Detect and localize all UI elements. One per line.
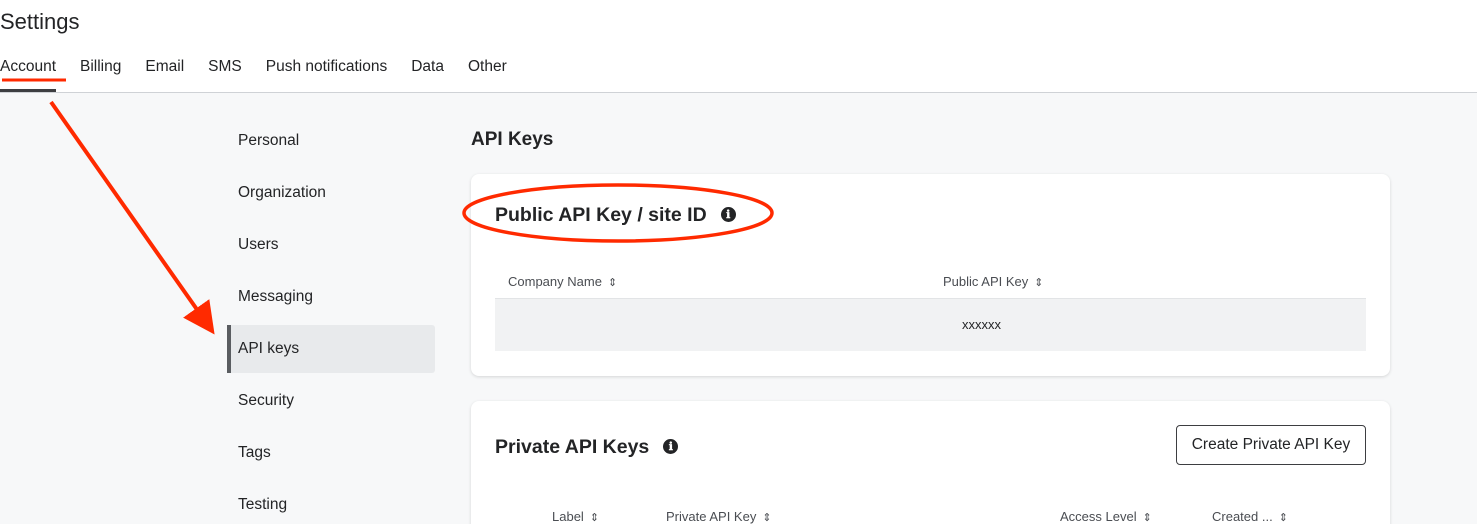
info-icon[interactable]: ℹ bbox=[663, 439, 679, 454]
column-header-label: Company Name bbox=[508, 274, 602, 289]
sort-icon: ⇕ bbox=[762, 511, 772, 524]
tab-email[interactable]: Email bbox=[145, 56, 184, 92]
public-api-key-card: Public API Key / site ID ℹ Company Name ⇕ … bbox=[471, 174, 1390, 376]
sidebar-item-tags[interactable]: Tags bbox=[227, 429, 435, 477]
sidebar-item-users[interactable]: Users bbox=[227, 221, 435, 269]
sidebar-item-messaging[interactable]: Messaging bbox=[227, 273, 435, 321]
sort-icon: ⇕ bbox=[1142, 511, 1152, 524]
tab-data[interactable]: Data bbox=[411, 56, 444, 92]
column-header-private-api-key[interactable]: Private API Key ⇕ bbox=[666, 509, 772, 524]
tab-billing[interactable]: Billing bbox=[80, 56, 121, 92]
private-api-keys-heading-text: Private API Keys bbox=[495, 436, 650, 458]
column-header-text: Private API Key bbox=[666, 509, 757, 524]
column-header-text: Access Level bbox=[1060, 509, 1137, 524]
page-title: Settings bbox=[0, 9, 80, 34]
sort-icon: ⇕ bbox=[607, 276, 618, 289]
private-api-keys-heading: Private API Keys ℹ bbox=[495, 436, 679, 459]
column-header-label: Public API Key bbox=[943, 274, 1029, 289]
create-private-api-key-button[interactable]: Create Private API Key bbox=[1176, 425, 1366, 465]
column-header-created[interactable]: Created ... ⇕ bbox=[1212, 509, 1288, 524]
sidebar-item-testing[interactable]: Testing bbox=[227, 481, 435, 524]
column-header-text: Created ... bbox=[1212, 509, 1273, 524]
sidebar-item-personal[interactable]: Personal bbox=[227, 117, 435, 165]
sidebar-item-organization[interactable]: Organization bbox=[227, 169, 435, 217]
column-header-company-name[interactable]: Company Name ⇕ bbox=[508, 274, 617, 289]
column-header-public-api-key[interactable]: Public API Key ⇕ bbox=[943, 274, 1044, 289]
public-api-key-heading: Public API Key / site ID ℹ bbox=[495, 204, 736, 227]
private-api-keys-card: Private API Keys ℹ Create Private API Key… bbox=[471, 401, 1390, 524]
settings-tabs: Account Billing Email SMS Push notificat… bbox=[0, 56, 531, 92]
column-header-text: Label bbox=[552, 509, 584, 524]
tab-push-notifications[interactable]: Push notifications bbox=[266, 56, 388, 92]
section-title: API Keys bbox=[471, 129, 554, 150]
sidebar-item-security[interactable]: Security bbox=[227, 377, 435, 425]
column-header-label[interactable]: Label ⇕ bbox=[552, 509, 599, 524]
sort-icon: ⇕ bbox=[1278, 511, 1288, 524]
tab-other[interactable]: Other bbox=[468, 56, 507, 92]
tab-account[interactable]: Account bbox=[0, 56, 57, 92]
public-api-key-value[interactable]: xxxxxx bbox=[962, 317, 1001, 332]
settings-sidebar: Personal Organization Users Messaging AP… bbox=[227, 117, 435, 524]
sidebar-item-api-keys[interactable]: API keys bbox=[227, 325, 435, 373]
sort-icon: ⇕ bbox=[1034, 276, 1044, 289]
tab-sms[interactable]: SMS bbox=[208, 56, 242, 92]
table-row: xxxxxx bbox=[495, 298, 1366, 351]
sort-icon: ⇕ bbox=[589, 511, 600, 524]
column-header-access-level[interactable]: Access Level ⇕ bbox=[1060, 509, 1152, 524]
public-api-key-heading-text: Public API Key / site ID bbox=[495, 204, 707, 226]
info-icon[interactable]: ℹ bbox=[720, 207, 736, 222]
